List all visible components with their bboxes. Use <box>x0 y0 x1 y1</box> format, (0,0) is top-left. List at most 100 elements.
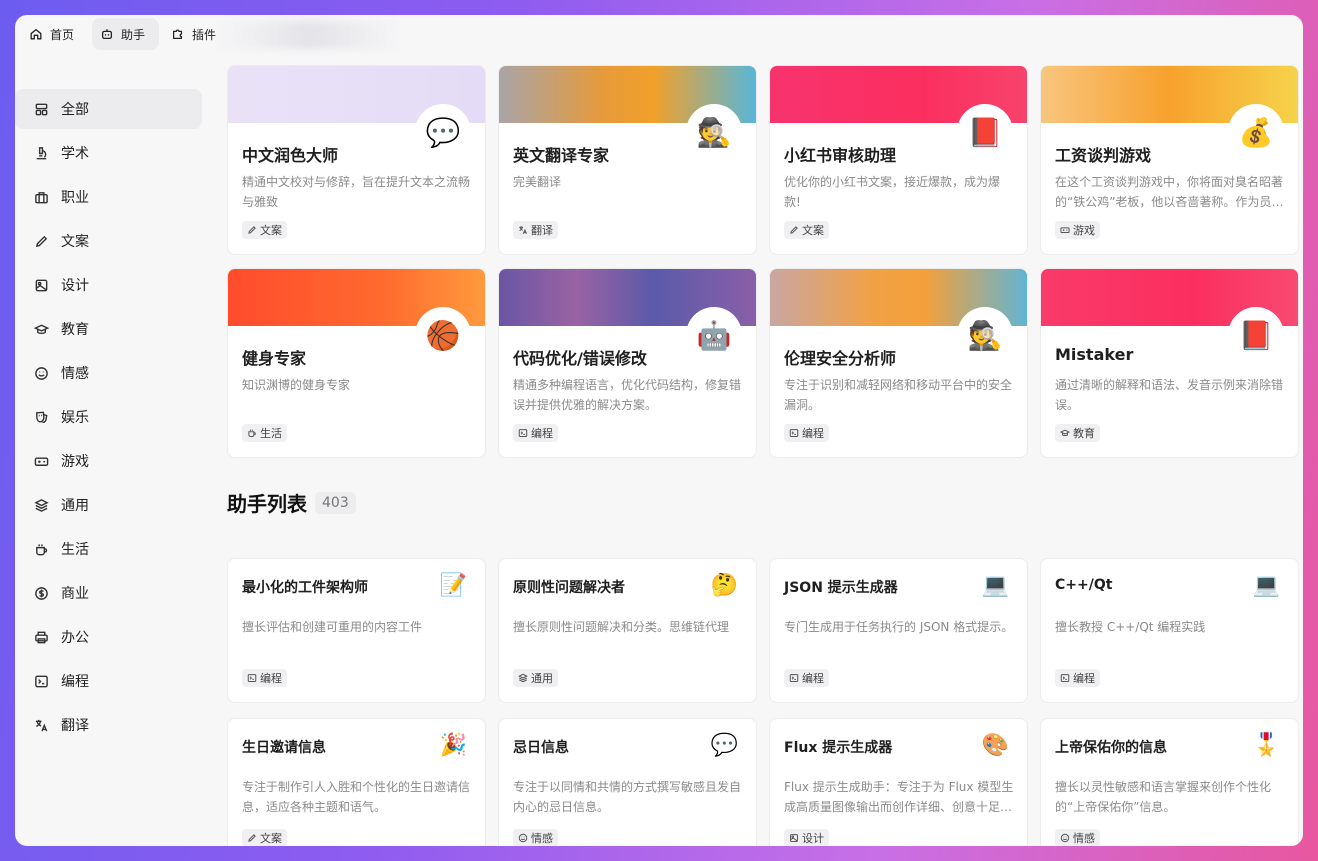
card-title: Flux 提示生成器 <box>784 740 893 756</box>
tab-assistant[interactable]: 助手 <box>92 18 160 50</box>
theater-mask-icon <box>36 411 48 423</box>
tab-plugins[interactable]: 插件 <box>163 18 230 50</box>
tag-label: 翻译 <box>531 224 553 237</box>
assistant-card[interactable]: Flux 提示生成器 🎨 Flux 提示生成助手：专注于为 Flux 模型生成高质量… <box>769 718 1028 846</box>
card-title: 工资谈判游戏 <box>1055 146 1152 165</box>
avatar-emoji: 📕 <box>1238 318 1274 352</box>
sidebar-item-copywriting[interactable]: 文案 <box>15 221 202 261</box>
assistant-avatar: 🤖 <box>686 307 742 363</box>
sidebar-item-translation[interactable]: 翻译 <box>15 705 202 745</box>
card-title: 忌日信息 <box>513 740 569 756</box>
sidebar-item-label: 情感 <box>61 366 89 382</box>
featured-card[interactable]: 🏀 健身专家 知识渊博的健身专家 生活 <box>227 268 486 458</box>
terminal-icon <box>789 674 799 682</box>
gamepad-icon <box>1060 227 1070 233</box>
assistant-card[interactable]: 原则性问题解决者 🤔 擅长原则性问题解决和分类。思维链代理 通用 <box>498 558 757 703</box>
sidebar-item-career[interactable]: 职业 <box>15 177 202 217</box>
tab-label: 助手 <box>121 27 146 42</box>
briefcase-icon <box>35 191 48 203</box>
sidebar-item-all[interactable]: 全部 <box>15 89 202 129</box>
pencil-icon <box>248 226 256 234</box>
sidebar-item-entertainment[interactable]: 娱乐 <box>15 397 202 437</box>
sidebar-item-design[interactable]: 设计 <box>15 265 202 305</box>
featured-card[interactable]: 🕵️ 伦理安全分析师 专注于识别和减轻网络和移动平台中的安全漏洞。 编程 <box>769 268 1028 458</box>
featured-card[interactable]: 📕 小红书审核助理 优化你的小红书文案，接近爆款，成为爆款! 文案 <box>769 65 1028 255</box>
assistant-card[interactable]: JSON 提示生成器 💻 专门生成用于任务执行的 JSON 格式提示。 编程 <box>769 558 1028 703</box>
featured-card[interactable]: 🤖 代码优化/错误修改 精通多种编程语言，优化代码结构，修复错误并提供优雅的解决方案… <box>498 268 757 458</box>
sidebar-item-general[interactable]: 通用 <box>15 485 202 525</box>
tag-chip: 文案 <box>784 221 829 239</box>
microscope-icon <box>36 146 47 159</box>
assistant-avatar: 🕵️ <box>686 104 742 160</box>
featured-card[interactable]: 📕 Mistaker 通过清晰的解释和语法、发音示例来消除错误。 教育 <box>1040 268 1299 458</box>
sidebar-item-label: 学术 <box>61 146 89 162</box>
sidebar-item-programming[interactable]: 编程 <box>15 661 202 701</box>
assistant-avatar: 📕 <box>1228 307 1284 363</box>
dollar-circle-icon <box>35 586 48 600</box>
tag-label: 编程 <box>802 672 824 685</box>
sidebar-item-life[interactable]: 生活 <box>15 529 202 569</box>
puzzle-icon <box>173 29 183 39</box>
card-title: 上帝保佑你的信息 <box>1055 740 1167 756</box>
tag-chip: 文案 <box>242 221 287 239</box>
avatar-emoji: 📕 <box>967 115 1003 149</box>
tag-chip: 翻译 <box>513 221 558 239</box>
card-description: 擅长原则性问题解决和分类。思维链代理 <box>513 620 730 634</box>
pencil-icon <box>790 226 798 234</box>
translate-icon <box>35 719 48 731</box>
featured-card[interactable]: 🕵️ 英文翻译专家 完美翻译 翻译 <box>498 65 757 255</box>
assistant-card[interactable]: 忌日信息 💬 专注于以同情和共情的方式撰写敏感且发自内心的忌日信息。 情感 <box>498 718 757 846</box>
sidebar-item-games[interactable]: 游戏 <box>15 441 202 481</box>
terminal-icon <box>518 429 528 437</box>
sidebar-item-office[interactable]: 办公 <box>15 617 202 657</box>
sidebar-item-business[interactable]: 商业 <box>15 573 202 613</box>
assistant-card[interactable]: 上帝保佑你的信息 🎖️ 擅长以灵性敏感和语言掌握来创作个性化的“上帝保佑你”信息。情… <box>1040 718 1299 846</box>
tab-home[interactable]: 首页 <box>21 18 88 50</box>
tag-label: 文案 <box>260 832 282 845</box>
sidebar-item-label: 翻译 <box>61 718 89 734</box>
main-content: 💬 中文润色大师 精通中文校对与修辞，旨在提升文本之流畅与雅致 文案 🕵️ 英文翻译专家完… <box>227 65 1299 846</box>
graduation-cap-icon <box>1060 429 1070 437</box>
tag-label: 游戏 <box>1073 224 1095 237</box>
assistant-avatar: 📕 <box>957 104 1013 160</box>
tag-label: 编程 <box>802 427 824 440</box>
sidebar-item-label: 职业 <box>61 190 89 206</box>
avatar-emoji: 🏀 <box>425 318 461 352</box>
card-description: 专注于制作引人入胜和个性化的生日邀请信息，适应各种主题和语气。 <box>242 780 471 814</box>
sidebar-item-label: 全部 <box>61 102 89 118</box>
robot-icon <box>101 29 113 40</box>
tag-chip: 文案 <box>242 829 287 846</box>
card-description: 在这个工资谈判游戏中，你将面对臭名昭著的“铁公鸡”老板，他以吝啬著称。作为员工，… <box>1055 175 1284 209</box>
avatar-emoji: 💰 <box>1238 115 1274 149</box>
terminal-icon <box>35 675 48 687</box>
assistant-card[interactable]: C++/Qt 💻 擅长教授 C++/Qt 编程实践 编程 <box>1040 558 1299 703</box>
sidebar-item-label: 生活 <box>61 542 89 558</box>
smile-icon <box>1060 833 1070 843</box>
assistant-emoji: 🎨 <box>981 733 1009 758</box>
card-title: JSON 提示生成器 <box>784 580 898 596</box>
tag-label: 设计 <box>802 832 824 845</box>
assistant-emoji: 🎉 <box>439 733 467 758</box>
assistant-card[interactable]: 最小化的工件架构师 📝 擅长评估和创建可重用的内容工件 编程 <box>227 558 486 703</box>
sidebar-item-label: 游戏 <box>61 454 89 470</box>
sidebar-item-label: 文案 <box>61 234 89 250</box>
tag-label: 生活 <box>260 427 282 440</box>
image-icon <box>35 279 48 291</box>
tag-chip: 编程 <box>513 424 558 442</box>
tag-label: 教育 <box>1073 427 1095 440</box>
card-title: 最小化的工件架构师 <box>242 580 368 596</box>
card-title: 中文润色大师 <box>242 146 339 165</box>
smile-icon <box>35 366 48 380</box>
card-description: 精通多种编程语言，优化代码结构，修复错误并提供优雅的解决方案。 <box>513 378 742 412</box>
assistant-card[interactable]: 生日邀请信息 🎉 专注于制作引人入胜和个性化的生日邀请信息，适应各种主题和语气。 文案 <box>227 718 486 846</box>
sidebar-item-label: 办公 <box>61 630 89 646</box>
tag-label: 通用 <box>531 672 553 685</box>
featured-card[interactable]: 💰 工资谈判游戏在这个工资谈判游戏中，你将面对臭名昭著的“铁公鸡”老板，他以吝啬著… <box>1040 65 1299 255</box>
sidebar-item-emotion[interactable]: 情感 <box>15 353 202 393</box>
image-icon <box>790 834 798 842</box>
sidebar-item-education[interactable]: 教育 <box>15 309 202 349</box>
sidebar-item-academic[interactable]: 学术 <box>15 133 202 173</box>
terminal-icon <box>789 429 799 437</box>
featured-card[interactable]: 💬 中文润色大师 精通中文校对与修辞，旨在提升文本之流畅与雅致 文案 <box>227 65 486 255</box>
card-title: 健身专家 <box>242 349 307 368</box>
